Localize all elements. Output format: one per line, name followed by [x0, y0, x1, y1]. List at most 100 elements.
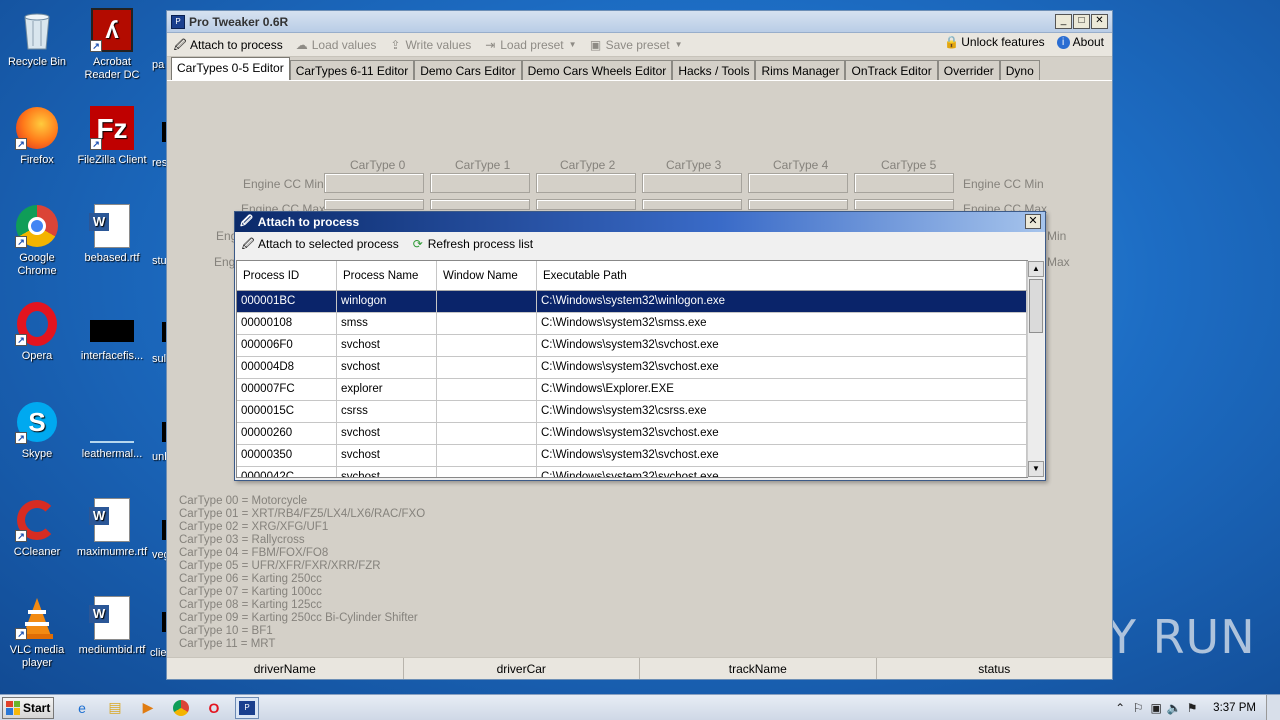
chrome-taskbar-icon[interactable]	[169, 697, 193, 719]
pro-tweaker-taskbar-icon[interactable]: P	[235, 696, 259, 719]
flag-icon[interactable]: ⚑	[1183, 701, 1201, 715]
save-preset-dropdown[interactable]: ▣ Save preset ▼	[589, 38, 683, 52]
clock[interactable]: 3:37 PM	[1213, 702, 1256, 714]
network-icon[interactable]: ▣	[1147, 701, 1165, 715]
engine-cc-min-label-right: Engine CC Min	[963, 177, 1044, 191]
shortcut-arrow-icon: ↗	[15, 530, 27, 542]
engine-cc-max-field[interactable]	[748, 199, 848, 210]
cartype-legend-line: CarType 00 = Motorcycle	[179, 495, 308, 507]
process-name-cell: svchost	[337, 467, 437, 477]
vlc-icon: ↗	[15, 596, 59, 640]
tab-dyno[interactable]: Dyno	[999, 60, 1040, 80]
engine-cc-min-field[interactable]	[536, 173, 636, 193]
volume-icon[interactable]: 🔈	[1165, 701, 1183, 715]
process-id-cell: 00000260	[237, 423, 337, 444]
close-button[interactable]: ✕	[1091, 14, 1108, 29]
tab-demo-cars[interactable]: Demo Cars Editor	[414, 60, 522, 80]
desktop-icon-firefox[interactable]: ↗ Firefox	[0, 106, 74, 167]
desktop-icon-bebased[interactable]: W bebased.rtf	[75, 204, 149, 265]
table-row[interactable]: 0000015C csrss C:\Windows\system32\csrss…	[237, 401, 1027, 423]
engine-cc-min-field[interactable]	[854, 173, 954, 193]
tab-rims-manager[interactable]: Rims Manager	[755, 60, 846, 80]
minimize-button[interactable]: _	[1055, 14, 1072, 29]
engine-cc-min-label: Engine CC Min	[243, 177, 324, 191]
column-header-window-name[interactable]: Window Name	[437, 261, 537, 290]
refresh-list-button[interactable]: ⟳ Refresh process list	[411, 237, 533, 251]
desktop-icon-ccleaner[interactable]: ↗ CCleaner	[0, 498, 74, 559]
maximize-button[interactable]: □	[1073, 14, 1090, 29]
table-row[interactable]: 000006F0 svchost C:\Windows\system32\svc…	[237, 335, 1027, 357]
load-values-button[interactable]: ☁ Load values	[295, 38, 377, 52]
desktop-icon-recycle-bin[interactable]: Recycle Bin	[0, 8, 74, 69]
path-cell: C:\Windows\system32\svchost.exe	[537, 357, 1027, 378]
scroll-up-icon[interactable]: ▲	[1028, 261, 1044, 277]
desktop-icon-chrome[interactable]: ↗ Google Chrome	[0, 204, 74, 278]
engine-cc-max-field[interactable]	[536, 199, 636, 210]
table-row[interactable]: 000004D8 svchost C:\Windows\system32\svc…	[237, 357, 1027, 379]
column-header-status[interactable]: status	[877, 658, 1113, 679]
engine-cc-min-field[interactable]	[642, 173, 742, 193]
start-button[interactable]: Start	[2, 696, 54, 719]
engine-cc-max-field[interactable]	[854, 199, 954, 210]
attach-to-process-button[interactable]: 🖉 Attach to process	[173, 38, 283, 52]
partial-icon-label: clie	[150, 647, 167, 659]
about-button[interactable]: i About	[1056, 35, 1104, 49]
table-row[interactable]: 000007FC explorer C:\Windows\Explorer.EX…	[237, 379, 1027, 401]
column-header-drivercar[interactable]: driverCar	[404, 658, 640, 679]
column-header-executable-path[interactable]: Executable Path	[537, 261, 1027, 290]
engine-cc-min-field[interactable]	[748, 173, 848, 193]
table-row[interactable]: 00000260 svchost C:\Windows\system32\svc…	[237, 423, 1027, 445]
tab-cartypes-6-11[interactable]: CarTypes 6-11 Editor	[289, 60, 415, 80]
desktop-icon-label: leathermal...	[81, 448, 143, 460]
write-values-button[interactable]: ⇪ Write values	[388, 38, 471, 52]
show-desktop-button[interactable]	[1266, 695, 1280, 720]
desktop-icon-filezilla[interactable]: Fz ↗ FileZilla Client	[75, 106, 149, 167]
tab-hacks-tools[interactable]: Hacks / Tools	[672, 60, 756, 80]
tab-overrider[interactable]: Overrider	[937, 60, 1000, 80]
unlock-features-button[interactable]: 🔒 Unlock features	[944, 35, 1044, 49]
engine-cc-min-field[interactable]	[430, 173, 530, 193]
table-row[interactable]: 00000108 smss C:\Windows\system32\smss.e…	[237, 313, 1027, 335]
taskbar: Start e ▤ ▶ O P ⌃ ⚐ ▣ 🔈 ⚑ 3:37 PM	[0, 694, 1280, 720]
dialog-titlebar[interactable]: 🖉 Attach to process	[235, 212, 1045, 232]
tab-cartypes-0-5[interactable]: CarTypes 0-5 Editor	[171, 57, 290, 80]
scrollbar-thumb[interactable]	[1029, 279, 1043, 333]
engine-cc-max-field[interactable]	[324, 199, 424, 210]
desktop-icon-maximumre[interactable]: W maximumre.rtf	[75, 498, 149, 559]
save-preset-label: Save preset	[605, 37, 670, 52]
main-titlebar[interactable]: P Pro Tweaker 0.6R _ □ ✕	[167, 11, 1112, 33]
opera-taskbar-icon[interactable]: O	[202, 697, 226, 719]
chevron-up-icon[interactable]: ⌃	[1111, 701, 1129, 715]
cartype-legend-line: CarType 11 = MRT	[179, 638, 276, 650]
scroll-down-icon[interactable]: ▼	[1028, 461, 1044, 477]
desktop-icon-skype[interactable]: S ↗ Skype	[0, 400, 74, 461]
desktop-icon-acrobat[interactable]: ʎ ↗ Acrobat Reader DC	[75, 8, 149, 82]
tab-demo-cars-wheels[interactable]: Demo Cars Wheels Editor	[521, 60, 673, 80]
path-cell: C:\Windows\system32\csrss.exe	[537, 401, 1027, 422]
action-center-icon[interactable]: ⚐	[1129, 701, 1147, 715]
tab-ontrack-editor[interactable]: OnTrack Editor	[845, 60, 938, 80]
dialog-close-button[interactable]: ✕	[1025, 214, 1041, 229]
desktop-icon-vlc[interactable]: ↗ VLC media player	[0, 596, 74, 670]
process-table-scrollbar[interactable]: ▲ ▼	[1027, 261, 1044, 477]
desktop-icon-leathermal[interactable]: leathermal...	[75, 400, 149, 461]
engine-cc-min-field[interactable]	[324, 173, 424, 193]
window-name-cell	[437, 379, 537, 400]
engine-cc-max-field[interactable]	[430, 199, 530, 210]
column-header-process-id[interactable]: Process ID	[237, 261, 337, 290]
desktop-icon-mediumbid[interactable]: W mediumbid.rtf	[75, 596, 149, 657]
attach-selected-button[interactable]: 🖉 Attach to selected process	[241, 237, 399, 251]
load-preset-dropdown[interactable]: ⇥ Load preset ▼	[483, 38, 576, 52]
column-header-drivername[interactable]: driverName	[167, 658, 404, 679]
table-row[interactable]: 00000350 svchost C:\Windows\system32\svc…	[237, 445, 1027, 467]
desktop-icon-opera[interactable]: ↗ Opera	[0, 302, 74, 363]
column-header-process-name[interactable]: Process Name	[337, 261, 437, 290]
table-row[interactable]: 000001BC winlogon C:\Windows\system32\wi…	[237, 291, 1027, 313]
table-row[interactable]: 0000042C svchost C:\Windows\system32\svc…	[237, 467, 1027, 477]
file-explorer-icon[interactable]: ▤	[103, 697, 127, 719]
desktop-icon-interfacefis[interactable]: interfacefis...	[75, 302, 149, 363]
internet-explorer-icon[interactable]: e	[70, 697, 94, 719]
engine-cc-max-field[interactable]	[642, 199, 742, 210]
column-header-trackname[interactable]: trackName	[640, 658, 877, 679]
media-player-icon[interactable]: ▶	[136, 697, 160, 719]
